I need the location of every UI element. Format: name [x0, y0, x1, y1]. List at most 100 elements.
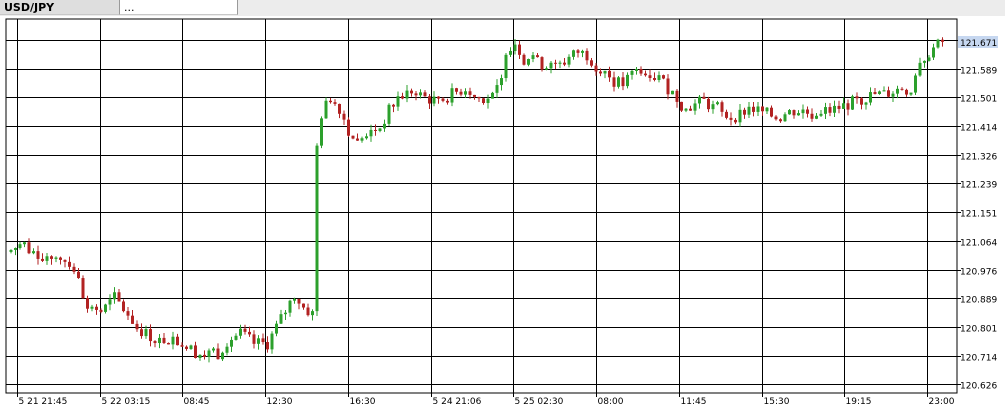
candle-body	[657, 75, 661, 80]
candle-body	[716, 102, 719, 105]
candle-body	[878, 91, 881, 94]
candle-body	[90, 306, 94, 309]
candle-body	[576, 50, 580, 53]
candle-body	[630, 70, 634, 75]
candle-body	[459, 91, 463, 95]
candle-body	[311, 311, 314, 316]
candle-body	[446, 100, 449, 103]
candle-body	[486, 98, 490, 103]
candle-body	[198, 354, 202, 358]
candle-body	[284, 312, 287, 315]
y-tick-label: 121.501	[960, 95, 997, 105]
candle-body	[401, 96, 404, 99]
candle-body	[756, 106, 760, 112]
candle-body	[581, 50, 584, 53]
candle-body	[104, 304, 107, 312]
candle-body	[743, 109, 746, 115]
candle-body	[806, 109, 809, 114]
y-tick-label: 121.589	[960, 67, 997, 77]
candle-body	[108, 299, 112, 305]
candle-body	[419, 92, 422, 96]
candle-body	[207, 350, 211, 357]
candle-body	[554, 62, 557, 64]
candle-body	[252, 334, 256, 344]
candle-body	[779, 119, 782, 122]
candle-body	[536, 55, 539, 58]
candle-body	[158, 337, 161, 344]
candle-body	[653, 78, 656, 80]
candle-body	[95, 306, 98, 310]
y-tick-label: 121.239	[960, 181, 997, 191]
candle-body	[747, 106, 751, 115]
candle-body	[23, 242, 26, 245]
x-tick-label: 5 22 03:15	[102, 397, 151, 407]
candle-body	[923, 60, 926, 63]
candle-body	[824, 107, 827, 114]
candle-body	[333, 102, 337, 104]
candle-body	[162, 337, 166, 343]
candle-body	[410, 90, 413, 94]
candle-body	[720, 102, 724, 112]
candle-body	[374, 129, 377, 131]
candle-body	[644, 73, 647, 76]
candle-body	[729, 117, 733, 120]
candle-body	[522, 54, 526, 65]
candle-body	[563, 62, 566, 65]
candle-body	[171, 336, 175, 345]
candle-body	[270, 333, 274, 350]
candle-body	[774, 116, 778, 120]
candle-body	[302, 303, 305, 308]
candle-body	[9, 249, 13, 252]
candle-body	[725, 111, 728, 118]
candle-body	[770, 107, 773, 117]
candle-body	[698, 96, 701, 104]
candle-body	[86, 298, 89, 309]
y-tick-label: 121.064	[960, 239, 997, 249]
candle-body	[360, 138, 364, 141]
candle-body	[558, 62, 562, 64]
candle-body	[909, 92, 913, 95]
candle-body	[603, 70, 607, 74]
candle-body	[482, 98, 485, 103]
candle-body	[752, 106, 755, 112]
x-tick-label: 19:15	[846, 397, 872, 407]
candle-body	[887, 90, 890, 97]
candle-body	[819, 113, 823, 116]
y-tick-label: 121.151	[960, 210, 997, 220]
candle-body	[900, 88, 904, 90]
candle-body	[396, 96, 400, 107]
candle-body	[495, 85, 499, 93]
candle-body	[788, 110, 791, 115]
candle-body	[144, 329, 148, 337]
candle-body	[941, 39, 944, 42]
candle-body	[72, 266, 76, 272]
candle-body	[243, 328, 247, 332]
candle-body	[509, 50, 512, 55]
x-tick-label: 5 21 21:45	[19, 397, 68, 407]
candle-body	[815, 115, 818, 119]
candle-body	[671, 90, 674, 95]
candle-body	[441, 98, 445, 101]
candle-body	[149, 329, 152, 342]
x-tick-label: 15:30	[764, 397, 790, 407]
candle-body	[41, 258, 44, 261]
candle-body	[617, 77, 620, 87]
candle-body	[882, 90, 886, 92]
candle-body	[864, 102, 868, 105]
candle-body	[54, 257, 58, 259]
candle-body	[306, 307, 310, 316]
candle-body	[828, 107, 832, 113]
candle-body	[590, 60, 593, 66]
candle-body	[450, 88, 454, 103]
candle-body	[378, 128, 382, 131]
candle-body	[572, 50, 575, 57]
candle-body	[212, 348, 215, 351]
candle-body	[351, 135, 355, 139]
candle-body	[734, 119, 737, 123]
candle-body	[234, 335, 238, 340]
candle-body	[18, 244, 22, 248]
candle-body	[405, 90, 409, 99]
candle-body	[765, 107, 769, 112]
candle-body	[540, 57, 544, 70]
candle-body	[432, 96, 436, 104]
